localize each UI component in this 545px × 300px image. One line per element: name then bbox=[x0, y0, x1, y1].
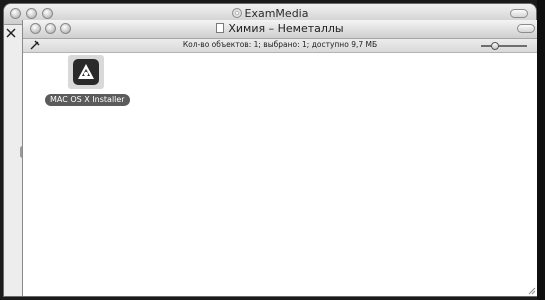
cd-disc-icon bbox=[231, 8, 242, 18]
outer-toolbar-toggle-button[interactable] bbox=[510, 9, 528, 18]
status-text: Кол-во объектов: 1; выбрано: 1; доступно… bbox=[182, 40, 378, 49]
document-icon bbox=[216, 23, 225, 33]
file-name-label[interactable]: MAC OS X Installer bbox=[45, 94, 130, 106]
slider-track bbox=[481, 45, 527, 47]
inner-title-text: Химия – Неметаллы bbox=[228, 22, 344, 35]
installer-app-icon[interactable] bbox=[68, 55, 104, 89]
inner-toolbar-toggle-button[interactable] bbox=[517, 24, 535, 33]
pin-tool-icon[interactable] bbox=[30, 40, 40, 50]
status-bar: Кол-во объектов: 1; выбрано: 1; доступно… bbox=[23, 39, 537, 53]
inner-titlebar[interactable]: Химия – Неметаллы bbox=[23, 20, 537, 39]
outer-window-title: ExamMedia bbox=[4, 7, 536, 20]
screen-edge bbox=[537, 0, 545, 300]
slider-thumb[interactable] bbox=[491, 42, 499, 50]
file-item[interactable]: MAC OS X Installer bbox=[45, 55, 135, 115]
file-browser-area[interactable]: MAC OS X Installer bbox=[23, 53, 537, 296]
inner-finder-window: Химия – Неметаллы Кол-во объектов: 1; вы… bbox=[22, 20, 537, 296]
scissors-icon[interactable] bbox=[6, 28, 16, 38]
resize-grip-icon[interactable] bbox=[527, 286, 536, 295]
inner-window-title: Химия – Неметаллы bbox=[23, 22, 537, 35]
icon-size-slider[interactable] bbox=[481, 42, 527, 50]
outer-title-text: ExamMedia bbox=[244, 7, 309, 20]
